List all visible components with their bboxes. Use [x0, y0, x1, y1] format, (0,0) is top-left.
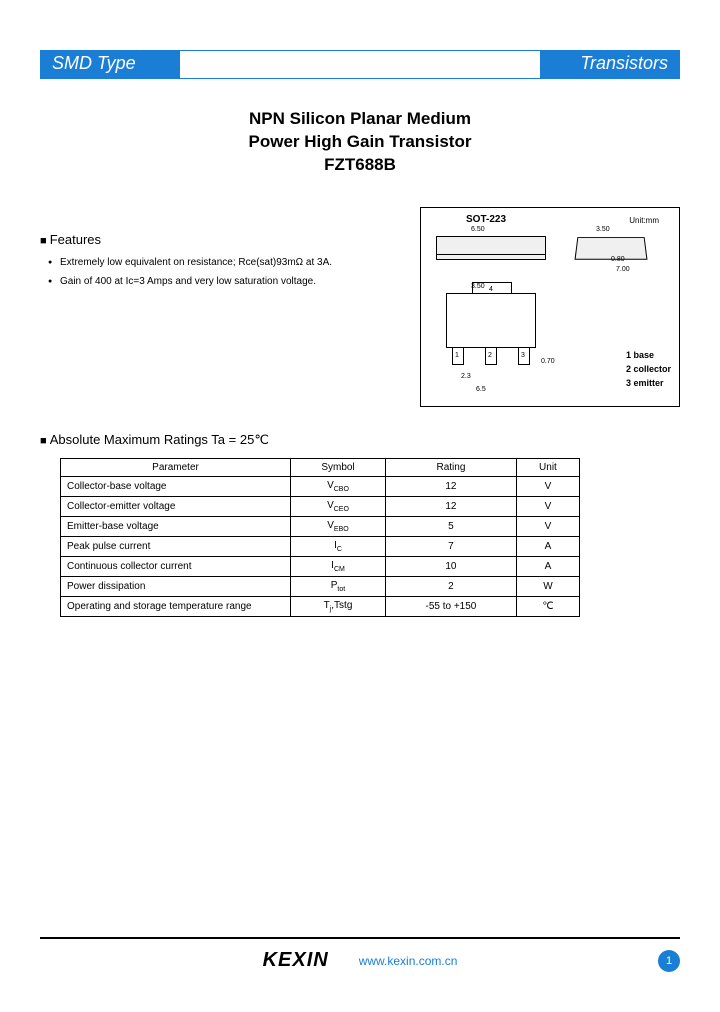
table-row: Continuous collector currentICM10A	[61, 556, 580, 576]
dim-label: 0.70	[541, 358, 555, 365]
cell-param: Operating and storage temperature range	[61, 596, 291, 616]
ratings-section: Absolute Maximum Ratings Ta = 25℃ Parame…	[40, 432, 680, 617]
page-number: 1	[658, 950, 680, 972]
dim-label: 7.00	[616, 266, 630, 273]
table-row: Power dissipationPtot2W	[61, 576, 580, 596]
dim-label: 6.50	[471, 226, 485, 233]
table-row: Collector-emitter voltageVCEO12V	[61, 496, 580, 516]
feature-item: Extremely low equivalent on resistance; …	[48, 257, 400, 268]
cell-symbol: VEBO	[291, 516, 386, 536]
title-partno: FZT688B	[324, 155, 396, 174]
cell-symbol: IC	[291, 536, 386, 556]
col-rating: Rating	[385, 458, 516, 476]
ratings-table: Parameter Symbol Rating Unit Collector-b…	[60, 458, 580, 617]
cell-rating: 12	[385, 476, 516, 496]
cell-symbol: ICM	[291, 556, 386, 576]
cell-rating: 2	[385, 576, 516, 596]
package-bottom-view: 4 1 2 3	[446, 293, 536, 348]
dim-label: 6.5	[476, 386, 486, 393]
table-row: Collector-base voltageVCBO12V	[61, 476, 580, 496]
dim-label: 3.50	[471, 283, 485, 290]
table-row: Peak pulse currentIC7A	[61, 536, 580, 556]
cell-rating: 12	[385, 496, 516, 516]
cell-symbol: VCBO	[291, 476, 386, 496]
feature-item: Gain of 400 at Ic=3 Amps and very low sa…	[48, 276, 400, 287]
cell-unit: W	[516, 576, 579, 596]
cell-unit: ℃	[516, 596, 579, 616]
cell-rating: 10	[385, 556, 516, 576]
cell-param: Collector-emitter voltage	[61, 496, 291, 516]
cell-param: Collector-base voltage	[61, 476, 291, 496]
dim-label: 3.50	[596, 226, 610, 233]
banner-divider	[180, 50, 540, 51]
footer-url: www.kexin.com.cn	[359, 954, 458, 968]
features-list: Extremely low equivalent on resistance; …	[40, 257, 400, 287]
cell-rating: -55 to +150	[385, 596, 516, 616]
cell-unit: A	[516, 536, 579, 556]
cell-symbol: VCEO	[291, 496, 386, 516]
banner-category: SMD Type	[40, 50, 180, 78]
ratings-heading: Absolute Maximum Ratings Ta = 25℃	[40, 432, 680, 448]
cell-param: Power dissipation	[61, 576, 291, 596]
cell-unit: V	[516, 516, 579, 536]
title-line1: NPN Silicon Planar Medium	[249, 109, 471, 128]
table-header-row: Parameter Symbol Rating Unit	[61, 458, 580, 476]
package-diagram: SOT-223 Unit:mm 6.50 3.50 0.80 7.00 4 1 …	[420, 207, 680, 407]
dim-label: 2.3	[461, 373, 471, 380]
cell-param: Peak pulse current	[61, 536, 291, 556]
pin-label: 3 emitter	[626, 376, 671, 390]
table-row: Operating and storage temperature rangeT…	[61, 596, 580, 616]
diagram-unit: Unit:mm	[629, 216, 659, 225]
cell-unit: A	[516, 556, 579, 576]
col-parameter: Parameter	[61, 458, 291, 476]
pin-label: 1 base	[626, 348, 671, 362]
dim-label: 0.80	[611, 256, 625, 263]
cell-rating: 5	[385, 516, 516, 536]
pin-legend: 1 base 2 collector 3 emitter	[626, 348, 671, 391]
cell-symbol: Tj,Tstg	[291, 596, 386, 616]
col-symbol: Symbol	[291, 458, 386, 476]
header-banner: SMD Type Transistors	[40, 50, 680, 78]
cell-param: Continuous collector current	[61, 556, 291, 576]
cell-param: Emitter-base voltage	[61, 516, 291, 536]
page-title: NPN Silicon Planar Medium Power High Gai…	[40, 108, 680, 177]
page-footer: KEXIN www.kexin.com.cn 1	[40, 937, 680, 972]
features-heading: Features	[40, 232, 400, 247]
cell-symbol: Ptot	[291, 576, 386, 596]
package-name: SOT-223	[466, 214, 506, 225]
footer-divider	[40, 937, 680, 939]
features-section: Features Extremely low equivalent on res…	[40, 207, 400, 407]
brand-logo: KEXIN	[263, 949, 329, 972]
cell-unit: V	[516, 476, 579, 496]
table-row: Emitter-base voltageVEBO5V	[61, 516, 580, 536]
cell-rating: 7	[385, 536, 516, 556]
pin-label: 2 collector	[626, 362, 671, 376]
cell-unit: V	[516, 496, 579, 516]
col-unit: Unit	[516, 458, 579, 476]
banner-type: Transistors	[540, 50, 680, 78]
title-line2: Power High Gain Transistor	[249, 132, 472, 151]
